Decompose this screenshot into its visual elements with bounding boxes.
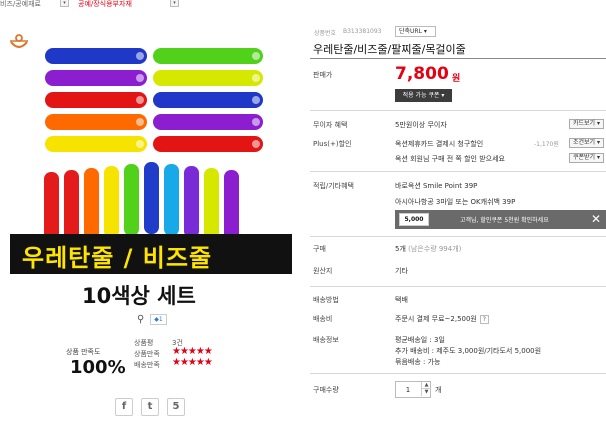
increase-icon[interactable]: ▲ [421,382,431,389]
spool-image [184,166,199,238]
search-icon[interactable]: ⚲ [137,314,144,325]
short-url-button[interactable]: 단축URL ▾ [395,26,436,37]
twitter-icon[interactable]: t [141,398,159,416]
review-label: 상품평 [134,339,154,347]
satisfaction-value: 100% [70,357,126,378]
origin-label: 원산지 [313,267,333,275]
shipping-fee-label: 배송비 [313,315,333,323]
delivery-rating-label: 배송만족 [134,361,160,369]
decrease-icon[interactable]: ▼ [421,389,431,396]
shop-logo-icon [10,34,28,49]
quantity-stepper[interactable]: ▲ ▼ [395,381,431,398]
promo-text: 고객님, 할인쿠폰 5천원 확인하세요 [460,217,549,224]
shipping-info-bundle: 묶음배송 : 가능 [395,358,441,366]
installment-text: 5만원이상 무이자 [395,121,447,129]
product-info-panel: 상품번호 B313381093 단축URL ▾ 우레탄줄/비즈줄/팔찌줄/목걸이… [310,0,606,427]
smile-point-text: 바로옥션 Smile Point 39P [395,182,478,190]
star-rating-icon: ★★★★★ [172,346,213,357]
purchase-count: 5개 (남은수량 994개) [395,245,462,253]
product-number-label: 상품번호 [314,30,337,37]
plus-discount-amount: -1,170원 [534,141,559,148]
divider [310,110,606,111]
product-image: 우레탄줄 / 비즈줄 10색상 세트 [0,12,300,312]
satisfaction-panel: 상품 만족도 100% [66,347,126,378]
share-icon[interactable]: 5 [167,398,185,416]
product-number: B313381093 [343,28,382,35]
shipping-method: 택배 [395,296,408,304]
promo-amount: 5,000 [399,213,429,226]
spool-image [153,114,263,130]
divider [310,58,606,59]
satisfaction-label: 상품 만족도 [66,348,101,356]
spool-image [153,136,263,152]
shipping-info-extra: 추가 배송비 : 제주도 3,000원/기타도서 5,000원 [395,347,542,355]
spool-image [144,162,159,234]
chevron-down-icon[interactable]: ▾ [60,0,69,7]
view-conditions-button[interactable]: 조건보기 ▾ [569,138,604,148]
spool-image [164,164,179,236]
image-count: ◆1 [150,314,167,325]
mileage-text: 아시아나항공 3마일 또는 OK캐쉬백 39P [395,198,516,206]
product-rating-row: 상품만족 ★★★★★ [134,346,213,359]
shipping-info-days: 평균배송일 : 3일 [395,336,445,344]
spool-image [64,170,79,242]
shipping-fee: 주문시 결제 무료~2,500원? [395,314,489,324]
spool-image [204,168,219,240]
page-title: 우레탄줄/비즈줄/팔찌줄/목걸이줄 [313,43,466,56]
purchase-label: 구매 [313,245,326,253]
product-rating-label: 상품만족 [134,350,160,358]
divider [310,373,606,374]
price-label: 판매가 [313,71,333,79]
coupon-promo-banner[interactable]: 5,000 고객님, 할인쿠폰 5천원 확인하세요 ✕ [395,210,606,229]
help-icon[interactable]: ? [479,314,489,324]
origin-value: 기타 [395,267,408,275]
spool-image [45,48,147,64]
spool-image [224,170,239,242]
quantity-unit: 개 [435,386,442,394]
facebook-icon[interactable]: f [115,398,133,416]
price-value: 7,800 [395,64,449,84]
spool-image [45,114,147,130]
spool-image [45,92,147,108]
shipping-method-label: 배송방법 [313,296,339,304]
get-coupon-button[interactable]: 쿠폰받기 ▾ [569,153,604,163]
price-unit: 원 [452,74,461,84]
plus-discount-label: Plus(+)할인 [313,140,352,148]
spool-image [153,92,263,108]
plus-discount-text: 옥션제휴카드 결제시 청구할인 [395,140,484,148]
points-label: 적립/기타혜택 [313,182,354,190]
spool-image [84,168,99,240]
spool-image [153,48,263,64]
chevron-down-icon[interactable]: ▾ [170,0,179,7]
banner-main-text: 우레탄줄 / 비즈줄 [22,244,213,272]
quantity-label: 구매수량 [313,386,339,394]
applicable-coupon-button[interactable]: 적용 가능 쿠폰 ▾ [395,89,452,102]
spool-image [45,136,147,152]
shipping-info-label: 배송정보 [313,336,339,344]
installment-label: 무이자 혜택 [313,121,348,129]
review-count-row[interactable]: 상품평 3건 [134,338,183,348]
spool-image [45,70,147,86]
delivery-rating-row: 배송만족 ★★★★★ [134,357,213,370]
spool-image [104,166,119,238]
spool-image [124,164,139,236]
star-rating-icon: ★★★★★ [172,357,213,368]
breadcrumb-first[interactable]: 비즈/공예재료 [0,0,41,9]
divider [310,286,606,287]
close-icon[interactable]: ✕ [591,212,601,226]
member-discount-text: 옥션 회원님 구매 전 쪽 할인 받으세요 [395,155,505,163]
divider [310,236,606,237]
spool-image [153,70,263,86]
divider [310,171,606,172]
banner-sub-text: 10색상 세트 [82,284,196,308]
quantity-input[interactable] [396,382,420,397]
breadcrumb-second[interactable]: 공예/장식용부자재 [78,0,132,9]
view-cards-button[interactable]: 카드보기 ▾ [569,119,604,129]
